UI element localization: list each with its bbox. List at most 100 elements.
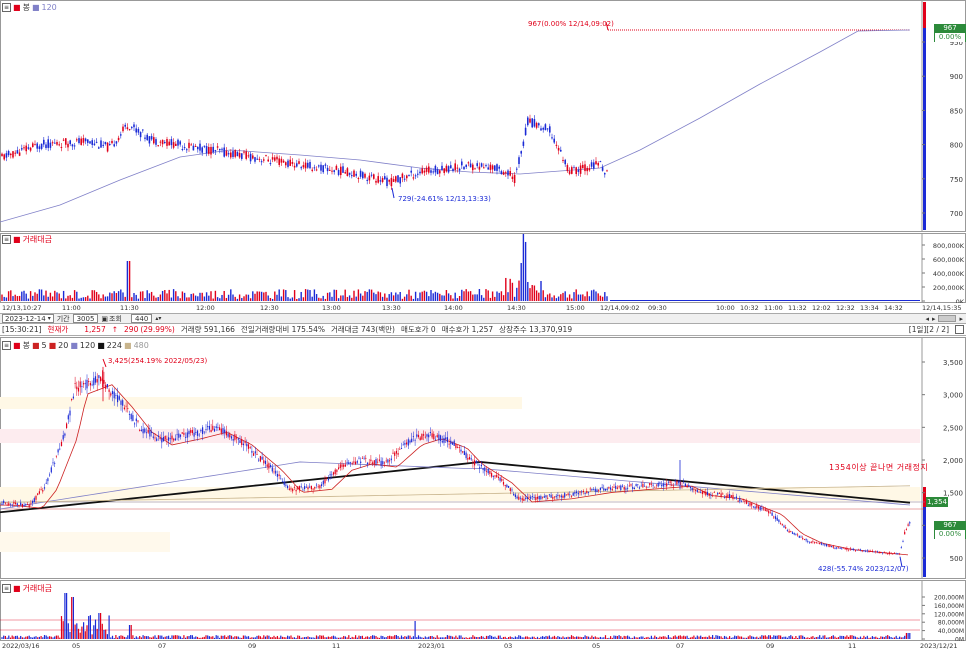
- candle-body: [47, 139, 49, 148]
- date-field[interactable]: 2023-12-14 ▾: [2, 314, 54, 323]
- query-button[interactable]: ▣ 조회: [101, 314, 122, 324]
- settings-icon[interactable]: ≡: [2, 341, 11, 350]
- candle-body: [258, 158, 261, 160]
- candle-body: [259, 456, 261, 462]
- volume-bar: [700, 635, 702, 639]
- volume-bar: [603, 637, 605, 639]
- candle-body: [553, 138, 555, 143]
- volume-bar: [178, 635, 180, 639]
- candle-body: [388, 179, 390, 182]
- volume-bar: [256, 291, 258, 301]
- settings-icon[interactable]: ≡: [2, 584, 11, 593]
- volume-bar: [106, 634, 108, 639]
- dropdown-arrow-icon[interactable]: ▾: [48, 315, 51, 323]
- candle-body: [87, 139, 89, 143]
- zoom-stepper-icon[interactable]: ▴▾: [155, 315, 161, 322]
- zoom-field[interactable]: 440: [130, 314, 153, 323]
- settings-icon[interactable]: ≡: [2, 235, 11, 244]
- candle-body: [434, 165, 437, 173]
- scroll-thumb[interactable]: [938, 315, 957, 322]
- price-box-change: 0.00%: [935, 530, 965, 539]
- candle-body: [566, 165, 569, 172]
- volume-bar: [455, 635, 457, 639]
- candle-body: [72, 396, 74, 399]
- candle-body: [399, 448, 401, 450]
- volume-bar: [849, 635, 851, 639]
- volume-bar: [662, 636, 664, 639]
- candle-body: [319, 485, 321, 489]
- candle-body: [47, 478, 49, 482]
- volume-bar: [38, 289, 41, 301]
- expand-icon[interactable]: ▸: [959, 315, 963, 323]
- volume-bar: [252, 291, 254, 301]
- volume-bar: [606, 637, 608, 639]
- volume-bar: [130, 625, 132, 639]
- candle-body: [195, 432, 197, 433]
- volume-bar: [594, 636, 596, 639]
- volume-bar: [548, 635, 550, 639]
- candle-body: [754, 506, 756, 509]
- candle-body: [531, 118, 533, 128]
- candle-body: [307, 487, 309, 490]
- volume-bar: [795, 635, 797, 639]
- volume-bar: [312, 637, 314, 639]
- top-volume-chart[interactable]: 800,000K600,000K400,000K200,000K0K: [0, 233, 966, 303]
- volume-bar: [155, 297, 157, 301]
- candle-body: [191, 430, 193, 434]
- volume-bar: [725, 636, 727, 639]
- bottom-volume-chart[interactable]: 200,000M160,000M120,000M80,000M40,000M0M: [0, 580, 966, 641]
- candle-body: [430, 170, 432, 173]
- candle-body: [849, 548, 851, 550]
- nav-next-icon[interactable]: ▸: [932, 315, 936, 323]
- volume-bar: [883, 637, 885, 639]
- volume-bar: [382, 636, 384, 639]
- volume-bar: [514, 636, 516, 639]
- nav-prev-icon[interactable]: ◂: [925, 315, 929, 323]
- bottom-volume-pane[interactable]: 200,000M 160,000M 120,000M 80,000M 40,000M 0M…: [0, 580, 966, 641]
- volume-bar: [482, 636, 484, 639]
- volume-bar: [439, 293, 441, 301]
- volume-bar: [140, 637, 142, 639]
- volume-bar: [568, 294, 571, 301]
- candle-body: [183, 147, 186, 149]
- candle-body: [135, 128, 137, 133]
- volume-bar: [468, 637, 471, 639]
- volume-bar: [247, 294, 250, 301]
- volume-bar: [746, 637, 748, 639]
- top-price-pane[interactable]: 950 900 850 800 750 700 ≡ ■ 봉 ■ 120 967(0.00%…: [0, 0, 966, 232]
- settings-icon[interactable]: ≡: [2, 3, 11, 12]
- candle-body: [544, 124, 547, 131]
- candle-body: [433, 433, 435, 440]
- candle-body: [695, 489, 697, 491]
- candle-body: [421, 168, 423, 174]
- bottom-price-chart[interactable]: 3,5003,0002,5002,0001,5001,000500: [0, 337, 966, 579]
- window-control-icon[interactable]: [955, 325, 964, 334]
- candle-body: [856, 549, 858, 551]
- volume-bar: [477, 637, 479, 639]
- count-field[interactable]: 3005: [72, 314, 99, 323]
- candle-body: [395, 176, 397, 182]
- volume-bar: [131, 297, 133, 301]
- candle-body: [494, 165, 496, 171]
- volume-bar: [511, 637, 513, 639]
- volume-bar: [334, 636, 336, 639]
- top-volume-pane[interactable]: 800,000K 600,000K 400,000K 200,000K 0K ≡ ■ 거…: [0, 233, 966, 303]
- candle-body: [254, 451, 256, 454]
- volume-bar: [348, 635, 350, 639]
- volume-bar: [472, 635, 474, 639]
- volume-bar: [502, 636, 505, 639]
- candle-body: [664, 484, 666, 485]
- candle-body: [109, 143, 111, 145]
- volume-bar: [253, 637, 255, 639]
- volume-bar: [3, 635, 5, 639]
- candle-body: [271, 467, 273, 472]
- candle-body: [221, 148, 223, 150]
- legend-ma5-marker: ■: [31, 341, 40, 350]
- candle-body: [640, 485, 642, 487]
- volume-bar: [263, 635, 265, 639]
- candle-body: [662, 483, 664, 487]
- candle-body: [492, 475, 494, 477]
- candle-body: [311, 169, 313, 171]
- bottom-price-pane[interactable]: 3,5003,0002,5002,0001,5001,000500 ≡ ■ 봉 …: [0, 337, 966, 579]
- volume-bar: [810, 636, 812, 639]
